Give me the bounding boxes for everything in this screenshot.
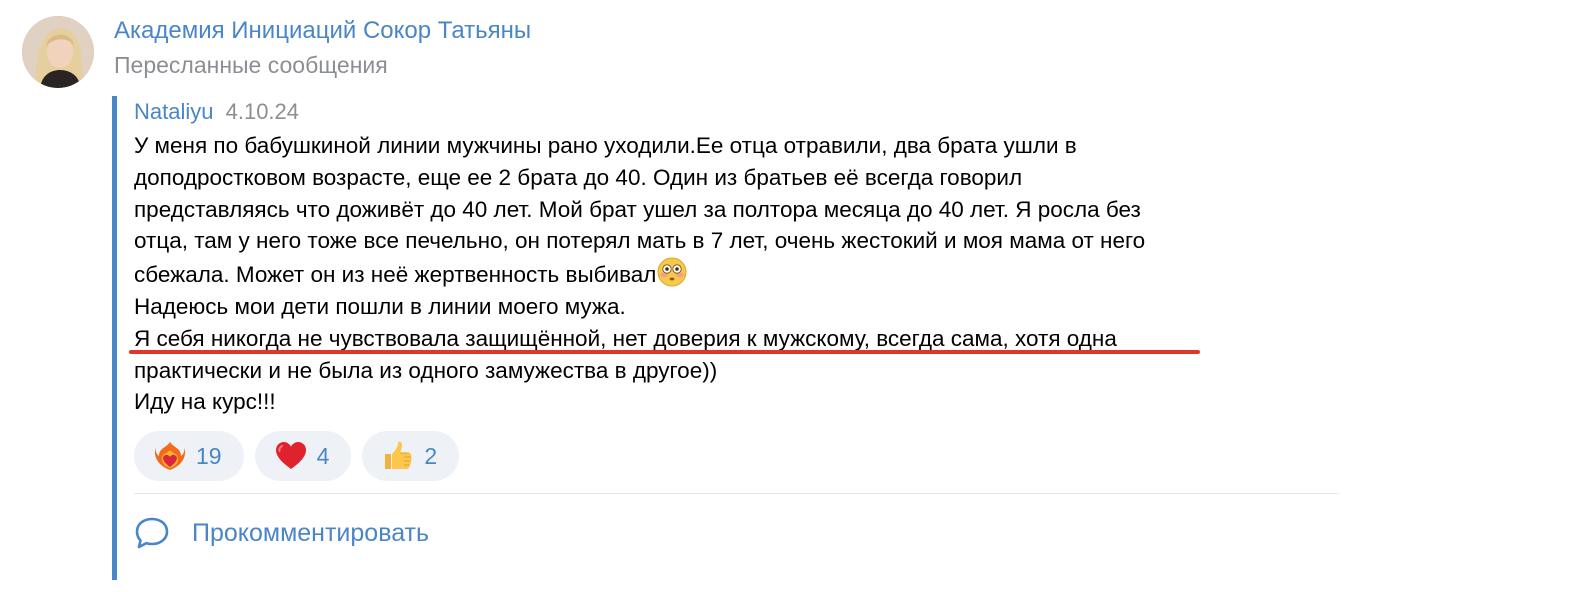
red-underline-annotation — [129, 350, 1200, 354]
reaction-count: 2 — [424, 442, 438, 469]
message-line: отца, там у него тоже все печельно, он п… — [134, 228, 1146, 254]
reactions-bar: 19 4 2 — [134, 431, 460, 481]
message-line: доподростковом возрасте, еще ее 2 брата … — [134, 164, 1023, 190]
message-line-text: сбежала. Может он из неё жертвенность вы… — [134, 262, 657, 288]
channel-name[interactable]: Академия Инициаций Сокор Татьяны — [114, 17, 531, 45]
thumbs-up-icon — [385, 441, 413, 469]
forwarded-messages-label: Пересланные сообщения — [114, 52, 388, 78]
message-line: представляясь что доживёт до 40 лет. Мой… — [134, 196, 1141, 222]
message-line: У меня по бабушкиной линии мужчины рано … — [134, 133, 1077, 158]
message-line: Надеюсь мои дети пошли в линии моего муж… — [134, 293, 626, 319]
quote-bar — [112, 96, 117, 580]
flushed-face-emoji — [657, 257, 687, 287]
message-line-with-emoji: сбежала. Может он из неё жертвенность вы… — [134, 257, 1374, 291]
message-line: Иду на курс!!! — [134, 389, 276, 415]
message-date: 4.10.24 — [225, 99, 300, 124]
reaction-count: 4 — [316, 442, 330, 469]
channel-avatar[interactable] — [22, 16, 94, 88]
red-heart-icon — [275, 442, 306, 469]
comment-label: Прокомментировать — [192, 518, 430, 547]
avatar-photo — [22, 16, 94, 88]
divider — [134, 493, 1339, 494]
message-text: У меня по бабушкиной линии мужчины рано … — [134, 130, 1374, 418]
message-header: Nataliyu 4.10.24 — [134, 99, 299, 125]
message-author[interactable]: Nataliyu — [134, 99, 213, 124]
reaction-heart-on-fire[interactable]: 19 — [134, 431, 244, 481]
message-line: практически и не была из одного замужест… — [134, 357, 718, 383]
speech-bubble-icon — [135, 517, 169, 549]
reaction-thumbs-up[interactable]: 2 — [362, 431, 460, 481]
comment-button[interactable]: Прокомментировать — [134, 515, 429, 551]
reaction-count: 19 — [196, 442, 222, 469]
heart-on-fire-icon — [154, 442, 186, 470]
reaction-red-heart[interactable]: 4 — [254, 431, 352, 481]
